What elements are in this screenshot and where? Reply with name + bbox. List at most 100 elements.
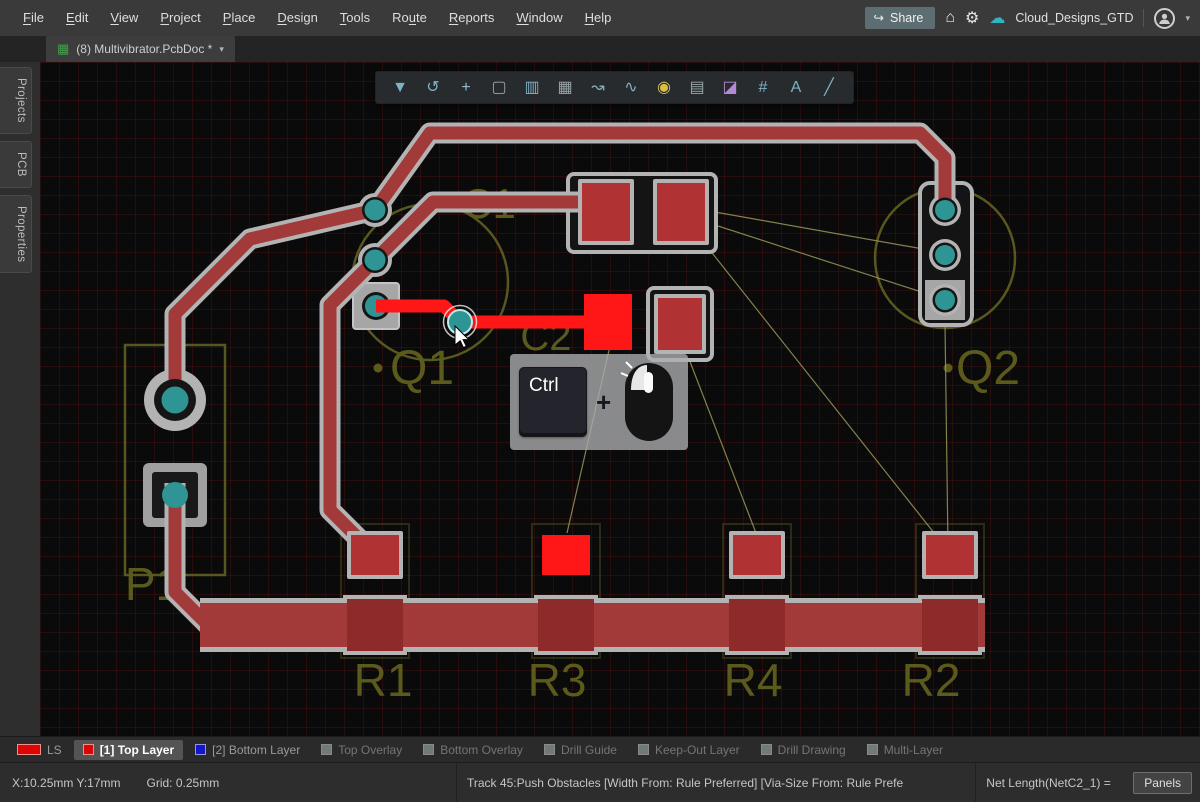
via <box>365 200 386 221</box>
layer-color-swatch <box>83 744 94 755</box>
menubar: FileEditViewProjectPlaceDesignToolsRoute… <box>0 0 1200 36</box>
layer-stack-icon[interactable]: ▤ <box>688 80 706 96</box>
menu-place[interactable]: Place <box>212 0 267 36</box>
layer-tab-label: Drill Drawing <box>778 743 846 757</box>
document-tab[interactable]: ▦ (8) Multivibrator.PcbDoc * ▾ <box>46 36 235 62</box>
menu-window[interactable]: Window <box>505 0 573 36</box>
routing-status-text: Track 45:Push Obstacles [Width From: Rul… <box>467 776 903 790</box>
trace <box>175 210 375 400</box>
designator-r1: R1 <box>354 654 413 706</box>
pcb-doc-icon: ▦ <box>57 41 69 57</box>
main-body: ProjectsPCBProperties C1 C2 Q1 <box>0 62 1200 736</box>
layer-color-swatch <box>423 744 434 755</box>
via <box>935 200 955 220</box>
via-icon[interactable]: ◉ <box>655 80 673 96</box>
crosshair-icon[interactable]: + <box>457 80 475 96</box>
menu-route[interactable]: Route <box>381 0 438 36</box>
layer-tab-label: Multi-Layer <box>884 743 943 757</box>
plus-sign: + <box>596 387 611 418</box>
pad-r2-2 <box>924 533 976 577</box>
pad <box>347 599 403 651</box>
layer-tab-multi-layer[interactable]: Multi-Layer <box>858 740 952 760</box>
tune-length-icon[interactable]: ∿ <box>622 80 640 96</box>
layer-color-swatch <box>195 744 206 755</box>
menu-list: FileEditViewProjectPlaceDesignToolsRoute… <box>12 0 622 36</box>
rule-check-icon[interactable]: ◪ <box>721 80 739 96</box>
interactive-route-icon[interactable]: ↝ <box>589 80 607 96</box>
panels-button[interactable]: Panels <box>1133 772 1192 794</box>
pad <box>922 599 978 651</box>
layer-tab--1-top-layer[interactable]: [1] Top Layer <box>74 740 183 760</box>
pad <box>538 599 594 651</box>
layer-color-swatch <box>17 744 41 755</box>
designator-r3: R3 <box>528 654 587 706</box>
layer-tab--2-bottom-layer[interactable]: [2] Bottom Layer <box>186 740 309 760</box>
home-icon[interactable]: ⌂ <box>945 9 955 27</box>
pin1-dot <box>944 364 953 373</box>
sidebar-tab-projects[interactable]: Projects <box>0 67 32 134</box>
layer-tab-top-overlay[interactable]: Top Overlay <box>312 740 411 760</box>
menubar-right: ↪ Share ⌂ ⚙ ☁ Cloud_Designs_GTD ▾ <box>865 7 1191 29</box>
menu-design[interactable]: Design <box>266 0 328 36</box>
pin1-dot <box>374 364 383 373</box>
cloud-project-label[interactable]: Cloud_Designs_GTD <box>1015 11 1133 25</box>
layer-tab-label: [1] Top Layer <box>100 743 174 757</box>
gear-icon[interactable]: ⚙ <box>965 8 979 28</box>
menu-reports[interactable]: Reports <box>438 0 506 36</box>
menu-file[interactable]: File <box>12 0 55 36</box>
sidebar-tab-pcb[interactable]: PCB <box>0 141 32 188</box>
document-tab-label: (8) Multivibrator.PcbDoc * <box>76 42 212 56</box>
layer-color-swatch <box>544 744 555 755</box>
share-button[interactable]: ↪ Share <box>865 7 936 29</box>
layer-color-swatch <box>761 744 772 755</box>
layer-tab-label: Top Overlay <box>338 743 402 757</box>
pad-r1-2 <box>349 533 401 577</box>
altium-pcb-editor: FileEditViewProjectPlaceDesignToolsRoute… <box>0 0 1200 802</box>
designator-r2: R2 <box>902 654 961 706</box>
unroute-icon[interactable]: ↺ <box>424 80 442 96</box>
layer-tab-drill-guide[interactable]: Drill Guide <box>535 740 626 760</box>
layer-tab-label: Keep-Out Layer <box>655 743 740 757</box>
text-string-icon[interactable]: A <box>787 80 805 96</box>
measure-icon[interactable]: # <box>754 80 772 96</box>
menu-edit[interactable]: Edit <box>55 0 99 36</box>
pcb-canvas[interactable]: C1 C2 Q1 Q2 P1 R1 R3 R4 R2 <box>40 62 1200 736</box>
layer-tab-drill-drawing[interactable]: Drill Drawing <box>752 740 855 760</box>
board-insight-icon[interactable]: ▥ <box>523 80 541 96</box>
share-label: Share <box>890 11 923 25</box>
component-place-icon[interactable]: ▦ <box>556 80 574 96</box>
layer-tab-label: Bottom Overlay <box>440 743 523 757</box>
sidebar-tab-properties[interactable]: Properties <box>0 195 32 273</box>
filter-icon[interactable]: ▼ <box>391 80 409 96</box>
layer-tab-bottom-overlay[interactable]: Bottom Overlay <box>414 740 532 760</box>
document-tab-bar: ▦ (8) Multivibrator.PcbDoc * ▾ <box>0 36 1200 62</box>
menu-tools[interactable]: Tools <box>329 0 381 36</box>
layer-tab-bar: LS [1] Top Layer [2] Bottom Layer Top Overl… <box>0 736 1200 762</box>
share-arrow-icon: ↪ <box>874 10 884 25</box>
pad-r4-2 <box>731 533 783 577</box>
pad-c1-2 <box>655 181 707 243</box>
line-icon[interactable]: ╱ <box>820 80 838 96</box>
active-bar-toolbar: ▼ ↺ + ▢ ▥ ▦ ↝ ∿ ◉ ▤ ◪ # A ╱ <box>375 71 854 104</box>
designator-q2: Q2 <box>956 342 1020 395</box>
person-icon <box>1158 12 1171 25</box>
divider <box>1143 9 1144 27</box>
layer-tab-keep-out-layer[interactable]: Keep-Out Layer <box>629 740 749 760</box>
cursor-coordinates: X:10.25mm Y:17mm <box>12 776 121 790</box>
document-tab-caret-icon[interactable]: ▾ <box>219 44 224 55</box>
ctrl-click-hint-popup: Ctrl + <box>510 354 688 450</box>
cloud-icon[interactable]: ☁ <box>989 8 1005 28</box>
layer-tab-label: LS <box>47 743 62 757</box>
user-menu-caret-icon[interactable]: ▾ <box>1185 13 1190 24</box>
menu-project[interactable]: Project <box>149 0 211 36</box>
net-length-text: Net Length(NetC2_1) = <box>986 776 1110 790</box>
via <box>935 245 955 265</box>
user-avatar-icon[interactable] <box>1154 8 1175 29</box>
pad-c2-2 <box>656 296 704 352</box>
routing-status-segment: Track 45:Push Obstacles [Width From: Rul… <box>456 763 975 802</box>
layer-tab-ls[interactable]: LS <box>8 740 71 760</box>
menu-help[interactable]: Help <box>574 0 623 36</box>
select-area-icon[interactable]: ▢ <box>490 80 508 96</box>
designator-r4: R4 <box>724 654 783 706</box>
menu-view[interactable]: View <box>99 0 149 36</box>
